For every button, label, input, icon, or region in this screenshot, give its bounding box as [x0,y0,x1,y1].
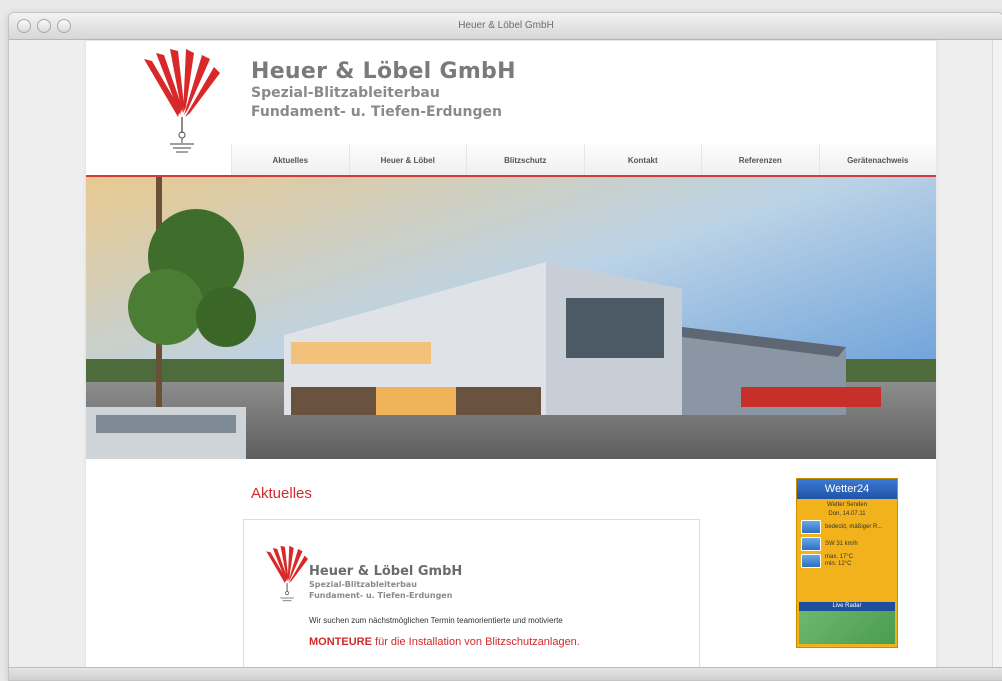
live-radar[interactable]: Live Radar [799,602,895,644]
card-body-text: Wir suchen zum nächstmöglichen Termin te… [309,616,563,625]
weather-widget-title: Wetter24 [797,479,897,499]
weather-wind: SW 31 km/h [825,540,858,547]
live-radar-label: Live Radar [799,602,895,611]
job-ad-card[interactable]: Heuer & Löbel GmbH Spezial-Blitzableiter… [243,519,700,680]
viewport: Heuer & Löbel GmbH Spezial-Blitzableiter… [9,40,1002,680]
nav-item-geraetenachweis[interactable]: Gerätenachweis [818,144,937,176]
nav-item-blitzschutz[interactable]: Blitzschutz [466,144,584,176]
main-nav: Aktuelles Heuer & Löbel Blitzschutz Kont… [231,144,936,177]
wind-icon [801,537,821,551]
hero-image [86,177,936,459]
radar-map [799,611,895,644]
title-bar: Heuer & Löbel GmbH [9,13,1002,40]
weather-city: Wetter Senden [827,502,867,508]
cloud-icon [801,520,821,534]
card-brand-name: Heuer & Löbel GmbH [309,564,463,579]
brand-name: Heuer & Löbel GmbH [251,59,516,84]
weather-date: Don, 14.07.11 [828,511,866,517]
card-highlight: MONTEURE für die Installation von Blitzs… [309,636,580,648]
card-highlight-rest: für die Installation von Blitzschutzanla… [375,636,580,648]
brand-subtitle-2: Fundament- u. Tiefen-Erdungen [251,104,502,120]
content-area: Aktuelles Heuer & Löbel GmbH Spezial-Bli… [86,459,936,680]
card-brand: Heuer & Löbel GmbH Spezial-Blitzableiter… [309,564,462,601]
status-bar [9,667,1002,680]
nav-item-kontakt[interactable]: Kontakt [583,144,702,176]
web-page: Heuer & Löbel GmbH Spezial-Blitzableiter… [86,41,936,680]
nav-item-aktuelles[interactable]: Aktuelles [231,144,349,176]
card-subtitle-1: Spezial-Blitzableiterbau [309,580,417,589]
brand-block: Heuer & Löbel GmbH Spezial-Blitzableiter… [251,59,516,122]
thermometer-icon [801,554,821,568]
site-header: Heuer & Löbel GmbH Spezial-Blitzableiter… [86,41,936,177]
brand-subtitle-1: Spezial-Blitzableiterbau [251,85,440,101]
lightning-logo-icon [266,545,308,602]
nav-item-referenzen[interactable]: Referenzen [701,144,819,176]
weather-sky-row: bedeckt, mäßiger R... [801,520,893,534]
nav-item-heuer-loebel[interactable]: Heuer & Löbel [348,144,467,176]
lightning-logo-icon[interactable] [140,49,220,159]
browser-window: Heuer & Löbel GmbH Heuer & Löbel GmbH Sp… [8,12,1002,681]
window-title: Heuer & Löbel GmbH [458,20,554,31]
weather-sky: bedeckt, mäßiger R... [825,523,883,530]
weather-max: max. 17°C [825,554,854,560]
vertical-scrollbar[interactable] [992,40,1002,680]
weather-wind-row: SW 31 km/h [801,537,893,551]
card-highlight-bold: MONTEURE [309,636,372,648]
card-subtitle-2: Fundament- u. Tiefen-Erdungen [309,591,453,600]
section-title: Aktuelles [251,485,312,502]
weather-widget[interactable]: Wetter24 Wetter Senden Don, 14.07.11 bed… [796,478,898,648]
weather-temp-row: max. 17°C min. 12°C [801,554,893,568]
weather-min: min. 12°C [825,561,852,567]
